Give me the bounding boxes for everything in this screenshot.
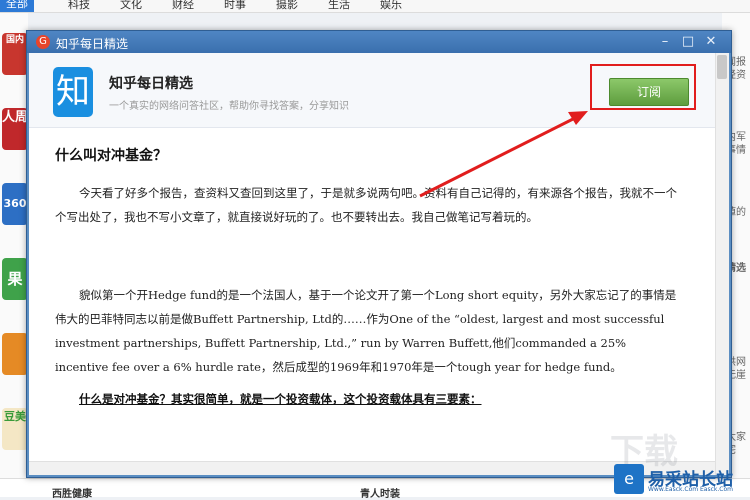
article-subheading: 什么是对冲基金？其实很简单，就是一个投资载体，这个投资载体具有三要素： (79, 392, 482, 406)
scrollbar-thumb[interactable] (717, 55, 727, 79)
bottom-item[interactable]: 青人时装 (360, 485, 400, 500)
app-icon-360[interactable]: 360 (2, 183, 28, 225)
annotation-highlight-box (590, 64, 696, 110)
minimize-icon[interactable]: – (657, 34, 673, 50)
app-icon-weekly[interactable]: 人周 (2, 108, 28, 150)
app-logo-icon: G (36, 35, 50, 49)
nav-tab-ent[interactable]: 娱乐 (380, 0, 402, 12)
app-name: 知乎每日精选 (109, 76, 193, 92)
background-top-nav: 全部 科技 文化 财经 时事 摄影 生活 娱乐 (0, 0, 750, 13)
nav-tab-news[interactable]: 时事 (224, 0, 246, 12)
window-content: 知 知乎每日精选 一个真实的网络问答社区，帮助你寻找答案，分享知识 订阅 什么叫… (29, 53, 729, 475)
vertical-scrollbar[interactable] (715, 53, 729, 475)
window-titlebar[interactable]: G 知乎每日精选 – □ ✕ (27, 31, 731, 53)
article-paragraph: 貌似第一个开Hedge fund的是一个法国人，基于一个论文开了第一个Long … (55, 288, 677, 374)
close-icon[interactable]: ✕ (703, 34, 719, 50)
app-icon-fox[interactable] (2, 333, 28, 375)
watermark-logo-icon: e (614, 464, 644, 494)
nav-tab-life[interactable]: 生活 (328, 0, 350, 12)
nav-tab-culture[interactable]: 文化 (120, 0, 142, 12)
bottom-item[interactable]: 西胜健康 (52, 485, 92, 500)
app-icon-douban[interactable]: 豆美 (2, 408, 28, 450)
article-title: 什么叫对冲基金？ (55, 148, 167, 164)
window-title: 知乎每日精选 (56, 37, 129, 51)
app-icon-guo[interactable]: 果 (2, 258, 28, 300)
app-icon-news[interactable]: 国内 (2, 33, 28, 75)
nav-tab-photo[interactable]: 摄影 (276, 0, 298, 12)
background-app-column: 国内 人周 360 果 豆美 (0, 13, 28, 496)
watermark-site-sub: Www.Easck.Com Easck.Com (648, 486, 733, 493)
nav-tab-all[interactable]: 全部 (0, 0, 34, 12)
article-paragraph: 今天看了好多个报告，查资料又查回到这里了，于是就多说两句吧。资料有自己记得的，有… (55, 186, 677, 224)
app-description: 一个真实的网络问答社区，帮助你寻找答案，分享知识 (109, 101, 349, 112)
nav-tab-finance[interactable]: 财经 (172, 0, 194, 12)
zhihu-logo-icon: 知 (53, 67, 93, 117)
maximize-icon[interactable]: □ (680, 34, 696, 50)
nav-tab-tech[interactable]: 科技 (68, 0, 90, 12)
